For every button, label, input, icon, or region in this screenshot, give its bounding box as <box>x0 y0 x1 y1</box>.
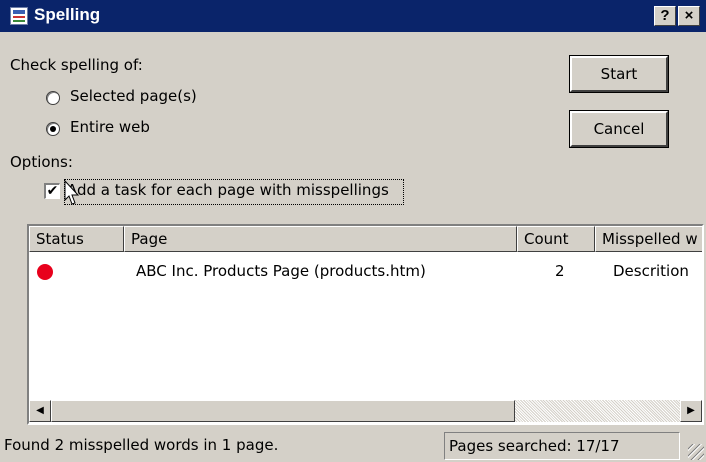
radio-entire-web-label[interactable]: Entire web <box>70 118 150 136</box>
radio-entire-web[interactable] <box>46 122 60 136</box>
spelling-app-icon <box>10 7 28 25</box>
status-error-icon <box>37 264 53 280</box>
row-misspelled[interactable]: Descrition <box>613 262 689 280</box>
check-spelling-label: Check spelling of: <box>10 56 143 74</box>
resize-grip-icon[interactable] <box>688 444 704 460</box>
scroll-left-icon[interactable]: ◀ <box>29 400 51 422</box>
options-label: Options: <box>10 153 73 171</box>
scroll-thumb[interactable] <box>51 400 515 422</box>
row-page[interactable]: ABC Inc. Products Page (products.htm) <box>136 262 426 280</box>
mouse-cursor-icon <box>64 180 80 205</box>
radio-selected-pages-label[interactable]: Selected page(s) <box>70 87 197 105</box>
scroll-track[interactable] <box>515 400 680 422</box>
start-button[interactable]: Start <box>569 55 669 93</box>
pages-searched: Pages searched: 17/17 <box>444 432 680 460</box>
add-task-checkbox[interactable]: ✔ <box>44 183 60 199</box>
cancel-button[interactable]: Cancel <box>569 110 669 148</box>
title-bar: Spelling ? × <box>0 0 706 32</box>
column-header-page[interactable]: Page <box>124 226 517 252</box>
results-list[interactable]: Status Page Count Misspelled w ABC Inc. … <box>27 224 704 425</box>
window-title: Spelling <box>34 5 101 24</box>
scroll-right-icon[interactable]: ▶ <box>680 400 702 422</box>
row-count[interactable]: 2 <box>555 262 565 280</box>
column-header-misspelled[interactable]: Misspelled w <box>595 226 702 252</box>
help-button[interactable]: ? <box>654 6 676 26</box>
column-header-count[interactable]: Count <box>517 226 595 252</box>
add-task-label[interactable]: Add a task for each page with misspellin… <box>67 181 389 199</box>
status-message: Found 2 misspelled words in 1 page. <box>4 436 279 454</box>
close-button[interactable]: × <box>678 6 700 26</box>
horizontal-scrollbar[interactable]: ◀ ▶ <box>29 400 702 422</box>
radio-selected-pages[interactable] <box>46 91 60 105</box>
column-header-status[interactable]: Status <box>29 226 124 252</box>
status-bar: Found 2 misspelled words in 1 page. Page… <box>0 432 706 462</box>
